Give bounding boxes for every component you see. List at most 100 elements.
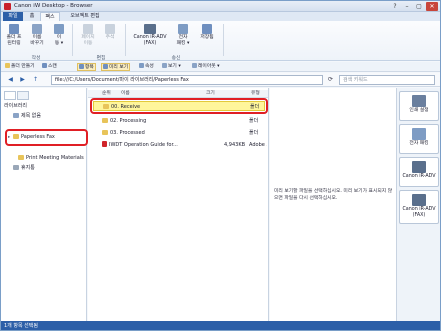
- address-input[interactable]: file:///C:/Users/Document/마이 라이브러리/Paper…: [51, 75, 323, 85]
- properties-button[interactable]: 속성: [138, 63, 155, 71]
- tree-item-print-meeting-materials[interactable]: Print Meeting Materials: [13, 154, 84, 163]
- e-packing-icon: [178, 24, 188, 34]
- ribbon-separator: [72, 24, 73, 56]
- ribbon-annotation-button[interactable]: 주석: [100, 24, 120, 41]
- toolbar-label: 미리 보기: [109, 65, 129, 70]
- column-type[interactable]: 유형: [251, 90, 260, 98]
- canon-ir-adv-button[interactable]: Canon iR-ADV: [399, 157, 439, 187]
- tree-item-trash[interactable]: 휴지통: [8, 164, 35, 173]
- printer-icon: [412, 95, 426, 107]
- layout-dropdown[interactable]: 레이아웃 ▾: [191, 63, 221, 71]
- library-tab[interactable]: [4, 91, 16, 100]
- side-button-label: 인쇄 설정: [409, 108, 429, 113]
- toolbar: 폴더 만들기 스캔 항목 미리 보기 속성 보기 ▾ 레이아웃 ▾: [1, 62, 440, 72]
- toolbar-label: 스캔: [48, 64, 57, 69]
- column-header: 순위 이름 크기 유형: [88, 90, 268, 98]
- search-input[interactable]: 검색 키워드: [339, 75, 435, 85]
- ribbon-saved-button[interactable]: 저장됨: [197, 24, 217, 41]
- table-row[interactable]: 03. Processed 폴더: [93, 128, 265, 138]
- annotation-icon: [105, 24, 115, 34]
- help-button[interactable]: ?: [389, 2, 401, 11]
- file-type: 폴더: [249, 130, 259, 136]
- back-button[interactable]: ◀: [6, 75, 15, 84]
- file-name: 00. Receive: [111, 104, 141, 110]
- ribbon: 폴더 프 린터링 이름 바꾸기 이 동 ▾ 페이지 이동 주석 Canon iR…: [1, 21, 440, 61]
- view-icon: [162, 63, 167, 68]
- side-button-label: Canon iR-ADV: [402, 174, 436, 179]
- favorites-tab[interactable]: [17, 91, 29, 100]
- tab-fax[interactable]: 팩스: [40, 12, 60, 21]
- toolbar-label: 항목: [85, 65, 94, 70]
- refresh-icon[interactable]: ⟳: [326, 75, 335, 84]
- minimize-button[interactable]: –: [401, 2, 413, 11]
- e-packing-icon: [412, 128, 426, 140]
- print-settings-button[interactable]: 인쇄 설정: [399, 91, 439, 121]
- table-row[interactable]: 02. Processing 폴더: [93, 116, 265, 126]
- close-button[interactable]: ✕: [426, 2, 438, 11]
- file-name-cell: 03. Processed: [102, 128, 145, 138]
- tab-object-edit[interactable]: 오브젝트 편집: [63, 12, 107, 21]
- ribbon-tabs: 파일 홈 팩스 오브젝트 편집: [1, 12, 440, 21]
- table-row[interactable]: IWDT Operation Guide for... 4,943KB Adob…: [93, 140, 267, 150]
- file-type: 폴더: [249, 118, 259, 124]
- toolbar-label: 보기 ▾: [168, 64, 181, 69]
- pdf-icon: [102, 141, 107, 147]
- ribbon-group-edit: 편집: [96, 56, 106, 61]
- forward-button[interactable]: ▶: [18, 75, 27, 84]
- view-dropdown[interactable]: 보기 ▾: [161, 63, 182, 71]
- ribbon-page-move-button[interactable]: 페이지 이동: [78, 24, 98, 46]
- tab-file[interactable]: 파일: [3, 12, 23, 21]
- scan-icon: [42, 63, 47, 68]
- browser-window: Canon iW Desktop - Browser ? – ▢ ✕ 파일 홈 …: [0, 0, 441, 331]
- up-folder-button[interactable]: ↑: [31, 75, 40, 84]
- ribbon-group-create: 작성: [31, 56, 41, 61]
- printer-icon: [412, 161, 426, 173]
- ribbon-button-label: 이름 바꾸기: [30, 35, 44, 46]
- address-row: ◀ ▶ ↑ file:///C:/Users/Document/마이 라이브러리…: [1, 73, 440, 87]
- ribbon-e-packing-button[interactable]: 전자 패킹 ▾: [173, 24, 193, 46]
- tree-item-label: 휴지통: [21, 165, 35, 171]
- rename-icon: [32, 24, 42, 34]
- ribbon-rename-button[interactable]: 이름 바꾸기: [27, 24, 47, 46]
- ribbon-move-button[interactable]: 이 동 ▾: [49, 24, 69, 46]
- page-move-icon: [83, 24, 93, 34]
- new-folder-button[interactable]: 폴더 만들기: [4, 63, 36, 71]
- folder-printer-icon: [9, 24, 19, 34]
- preview-button[interactable]: 미리 보기: [101, 63, 131, 71]
- column-name[interactable]: 이름: [121, 90, 130, 98]
- ribbon-button-label: Canon iR-ADV (FAX): [133, 35, 167, 46]
- tab-home[interactable]: 홈: [25, 12, 39, 21]
- fax-printer-icon: [412, 194, 426, 206]
- tree-item-paperless-fax[interactable]: ▸ Paperless Fax: [8, 133, 55, 142]
- layout-icon: [192, 63, 197, 68]
- column-rank[interactable]: 순위: [102, 90, 111, 98]
- ribbon-folder-printer-button[interactable]: 폴더 프 린터링: [4, 24, 24, 46]
- app-logo-icon: [4, 3, 11, 10]
- ribbon-button-label: 폴더 프 린터링: [6, 35, 22, 46]
- ribbon-canon-fax-button[interactable]: Canon iR-ADV (FAX): [133, 24, 167, 46]
- title-bar: Canon iW Desktop - Browser ? – ▢ ✕: [1, 1, 440, 12]
- toolbar-label: 레이아웃 ▾: [198, 64, 220, 69]
- tree-item-label: Print Meeting Materials: [26, 155, 84, 161]
- scan-button[interactable]: 스캔: [41, 63, 58, 71]
- canon-ir-adv-fax-button[interactable]: Canon iR-ADV (FAX): [399, 190, 439, 224]
- folder-icon: [102, 130, 108, 135]
- items-button[interactable]: 항목: [77, 63, 96, 71]
- toolbar-label: 폴더 만들기: [11, 64, 35, 69]
- library-pane: 라이브러리 제목 없음 ▸ Paperless Fax Print Meeting…: [1, 88, 88, 321]
- move-icon: [54, 24, 64, 34]
- e-packing-side-button[interactable]: 전자 패킹: [399, 124, 439, 154]
- side-button-label: 전자 패킹: [409, 141, 429, 146]
- folder-icon: [103, 104, 109, 109]
- column-size[interactable]: 크기: [206, 90, 215, 98]
- new-folder-icon: [5, 63, 10, 68]
- preview-pane: 미리 보기할 파일을 선택하십시오. 미리 보기가 표시되지 않으면 파일을 다…: [270, 88, 396, 321]
- tree-item-untitled[interactable]: 제목 없음: [8, 112, 41, 121]
- table-row[interactable]: 00. Receive 폴더: [93, 101, 265, 111]
- library-title: 라이브러리: [4, 103, 28, 109]
- items-icon: [79, 64, 84, 69]
- ribbon-group-send: 송신: [171, 56, 181, 61]
- ribbon-button-label: 저장됨: [200, 35, 214, 40]
- maximize-button[interactable]: ▢: [413, 2, 425, 11]
- toolbar-label: 속성: [145, 64, 154, 69]
